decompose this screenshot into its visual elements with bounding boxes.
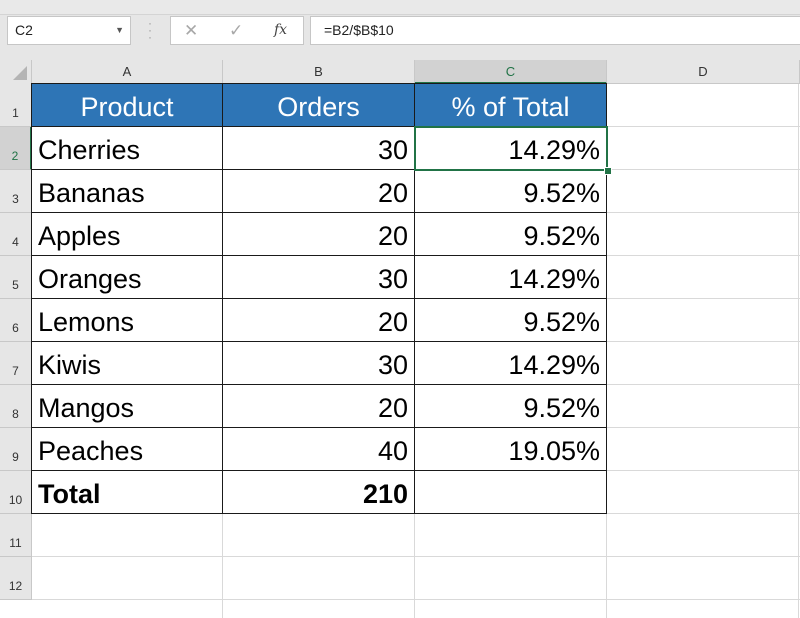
total-pct-cell[interactable] — [414, 470, 607, 514]
select-all-button[interactable] — [0, 60, 32, 84]
cancel-icon[interactable]: ✕ — [184, 17, 198, 44]
formula-input[interactable]: =B2/$B$10 — [310, 16, 800, 45]
select-all-icon — [13, 66, 27, 80]
total-orders-cell[interactable]: 210 — [222, 470, 415, 514]
drag-handle-icon[interactable]: · · · — [148, 17, 152, 43]
pct-cell[interactable]: 9.52% — [414, 169, 607, 213]
header-cell-pct-of-total[interactable]: % of Total — [414, 83, 607, 127]
product-cell[interactable]: Cherries — [31, 126, 223, 170]
row-header-4[interactable]: 4 — [0, 213, 32, 256]
orders-cell[interactable]: 30 — [222, 255, 415, 299]
row-header-6[interactable]: 6 — [0, 299, 32, 342]
row-header-1[interactable]: 1 — [0, 84, 32, 127]
name-box-value: C2 — [15, 22, 33, 38]
row-header-7[interactable]: 7 — [0, 342, 32, 385]
fill-handle[interactable] — [604, 167, 612, 175]
orders-cell[interactable]: 20 — [222, 298, 415, 342]
product-cell[interactable]: Bananas — [31, 169, 223, 213]
name-box[interactable]: C2 ▼ — [7, 16, 131, 45]
gridline — [798, 84, 799, 618]
pct-cell[interactable]: 14.29% — [414, 341, 607, 385]
pct-cell[interactable]: 9.52% — [414, 384, 607, 428]
ribbon-edge — [0, 0, 800, 15]
pct-cell[interactable]: 9.52% — [414, 298, 607, 342]
orders-cell[interactable]: 30 — [222, 126, 415, 170]
enter-icon[interactable]: ✓ — [229, 17, 243, 44]
column-header-b[interactable]: B — [223, 60, 415, 84]
formula-buttons: ✕ ✓ fx — [170, 16, 304, 45]
column-header-d[interactable]: D — [607, 60, 800, 84]
gridline — [32, 556, 800, 557]
row-header-5[interactable]: 5 — [0, 256, 32, 299]
chevron-down-icon[interactable]: ▼ — [115, 17, 124, 44]
product-cell[interactable]: Kiwis — [31, 341, 223, 385]
pct-cell[interactable]: 14.29% — [414, 255, 607, 299]
column-header-a[interactable]: A — [32, 60, 223, 84]
pct-cell[interactable]: 14.29% — [414, 126, 607, 170]
header-cell-orders[interactable]: Orders — [222, 83, 415, 127]
row-header-12[interactable]: 12 — [0, 557, 32, 600]
row-header-11[interactable]: 11 — [0, 514, 32, 557]
column-header-c[interactable]: C — [415, 60, 607, 84]
product-cell[interactable]: Mangos — [31, 384, 223, 428]
pct-cell[interactable]: 9.52% — [414, 212, 607, 256]
product-cell[interactable]: Lemons — [31, 298, 223, 342]
header-cell-product[interactable]: Product — [31, 83, 223, 127]
row-header-3[interactable]: 3 — [0, 170, 32, 213]
gridline — [32, 599, 800, 600]
insert-function-icon[interactable]: fx — [274, 17, 287, 44]
orders-cell[interactable]: 30 — [222, 341, 415, 385]
product-cell[interactable]: Apples — [31, 212, 223, 256]
product-cell[interactable]: Peaches — [31, 427, 223, 471]
total-label-cell[interactable]: Total — [31, 470, 223, 514]
orders-cell[interactable]: 20 — [222, 169, 415, 213]
orders-cell[interactable]: 20 — [222, 384, 415, 428]
row-header-9[interactable]: 9 — [0, 428, 32, 471]
row-header-8[interactable]: 8 — [0, 385, 32, 428]
row-header-2[interactable]: 2 — [0, 127, 32, 170]
orders-cell[interactable]: 40 — [222, 427, 415, 471]
formula-bar-area: C2 ▼ · · · ✕ ✓ fx =B2/$B$10 — [0, 0, 800, 62]
pct-cell[interactable]: 19.05% — [414, 427, 607, 471]
row-header-10[interactable]: 10 — [0, 471, 32, 514]
product-cell[interactable]: Oranges — [31, 255, 223, 299]
orders-cell[interactable]: 20 — [222, 212, 415, 256]
